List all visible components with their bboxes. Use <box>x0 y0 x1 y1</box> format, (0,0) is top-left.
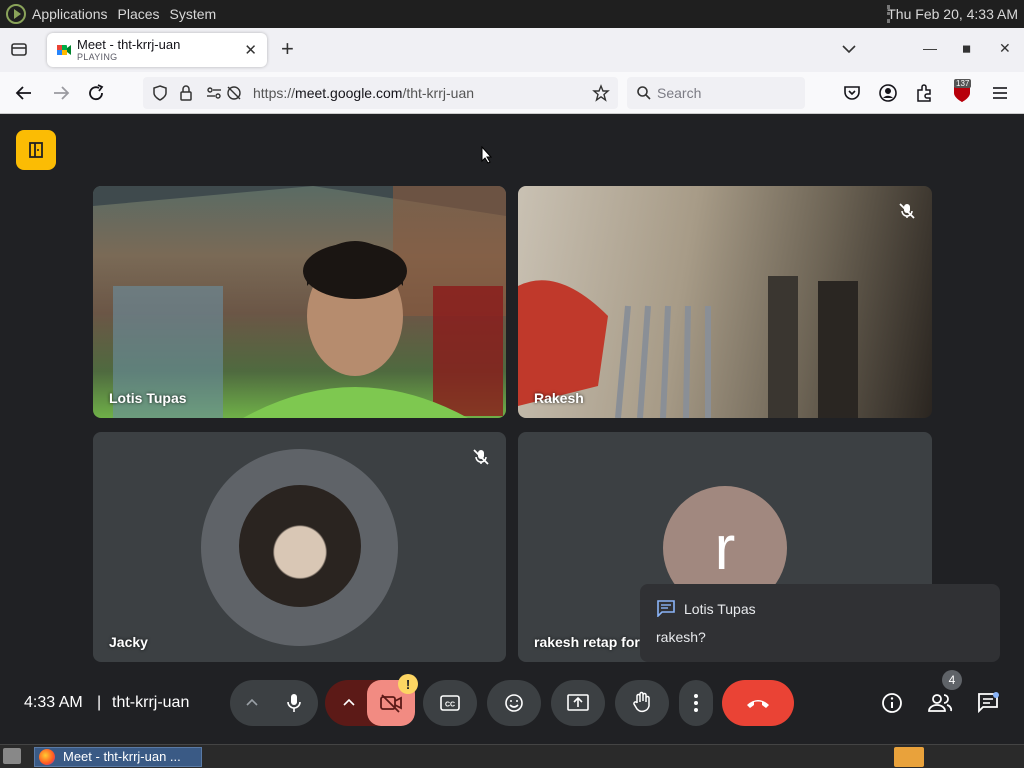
meet-favicon-icon <box>57 45 71 55</box>
video-feed-lotis <box>93 186 506 418</box>
pocket-icon[interactable] <box>842 83 862 103</box>
more-vert-icon <box>694 694 698 712</box>
participant-name: Rakesh <box>534 390 584 406</box>
controls-bar: 4:33 AM | tht-krrj-uan ! CC 4 <box>0 670 1024 744</box>
hang-up-icon <box>747 700 769 708</box>
search-placeholder: Search <box>657 85 702 101</box>
mic-button-group <box>230 680 318 726</box>
camera-warning-badge: ! <box>398 674 418 694</box>
svg-text:CC: CC <box>445 702 455 709</box>
applications-menu[interactable]: Applications <box>32 6 108 22</box>
list-all-tabs-icon[interactable] <box>10 40 28 58</box>
more-options-button[interactable] <box>679 680 713 726</box>
meet-stage: Lotis Tupas Rakesh Jacky r rakesh retap … <box>0 114 1024 744</box>
mic-off-icon <box>899 203 915 219</box>
forward-arrow-icon[interactable] <box>51 83 71 103</box>
chevron-down-icon[interactable] <box>841 41 857 57</box>
raise-hand-button[interactable] <box>615 680 669 726</box>
emoji-smile-icon <box>505 694 523 712</box>
door-icon <box>29 142 43 158</box>
participant-tile-1[interactable]: Lotis Tupas <box>93 186 506 418</box>
meeting-code: tht-krrj-uan <box>112 694 190 711</box>
taskbar: Meet - tht-krrj-uan ... <box>0 744 1024 768</box>
exit-door-button[interactable] <box>16 130 56 170</box>
url-bar[interactable]: https://meet.google.com/tht-krrj-uan <box>143 77 618 109</box>
reload-icon[interactable] <box>86 83 106 103</box>
url-text[interactable]: https://meet.google.com/tht-krrj-uan <box>253 85 474 101</box>
tab-title: Meet - tht-krrj-uan <box>77 37 181 52</box>
lock-icon[interactable] <box>177 84 195 102</box>
minimize-icon[interactable]: — <box>923 40 937 56</box>
present-button[interactable] <box>551 680 605 726</box>
tab-bar: Meet - tht-krrj-uan PLAYING ✕ + — ◼ ✕ <box>0 28 1024 72</box>
captions-button[interactable]: CC <box>423 680 477 726</box>
chat-notification[interactable]: Lotis Tupas rakesh? <box>640 584 1000 662</box>
meeting-time: 4:33 AM <box>24 694 83 711</box>
tab-meet[interactable]: Meet - tht-krrj-uan PLAYING ✕ <box>47 33 267 67</box>
participant-tile-2[interactable]: Rakesh <box>518 186 932 418</box>
leave-call-button[interactable] <box>722 680 794 726</box>
present-screen-icon <box>567 694 589 711</box>
meeting-info-icon[interactable] <box>880 691 904 715</box>
top-panel: Applications Places System Thu Feb 20, 4… <box>0 0 1024 28</box>
hamburger-menu-icon[interactable] <box>990 83 1010 103</box>
search-bar[interactable]: Search <box>627 77 805 109</box>
chat-bubble-icon <box>657 600 675 617</box>
maximize-icon[interactable]: ◼ <box>962 42 971 55</box>
ublock-extension-icon[interactable]: 137 <box>952 79 972 103</box>
camera-blocked-icon[interactable] <box>225 84 243 102</box>
tab-close-icon[interactable]: ✕ <box>244 41 257 59</box>
mic-off-icon <box>473 449 489 465</box>
participant-tile-3[interactable]: Jacky <box>93 432 506 662</box>
mouse-cursor-icon <box>481 146 493 164</box>
chat-sender: Lotis Tupas <box>684 601 756 617</box>
show-desktop-icon[interactable] <box>3 748 21 764</box>
shield-icon[interactable] <box>151 84 169 102</box>
new-tab-icon[interactable]: + <box>281 38 294 60</box>
firefox-icon <box>39 749 55 765</box>
chat-icon[interactable] <box>976 691 1000 715</box>
panel-clock[interactable]: Thu Feb 20, 4:33 AM <box>887 6 1018 22</box>
taskbar-window-label: Meet - tht-krrj-uan ... <box>63 749 181 764</box>
hand-icon <box>633 691 650 713</box>
account-icon[interactable] <box>878 83 898 103</box>
permissions-icon[interactable] <box>205 84 223 102</box>
back-arrow-icon[interactable] <box>14 83 34 103</box>
tab-playing-label: PLAYING <box>77 52 118 62</box>
audio-options-chevron-up-icon[interactable] <box>244 695 260 711</box>
people-icon[interactable] <box>927 691 953 715</box>
avatar <box>239 485 361 607</box>
taskbar-firefox-window[interactable]: Meet - tht-krrj-uan ... <box>34 747 202 767</box>
bookmark-star-icon[interactable] <box>592 84 610 102</box>
video-feed-rakesh <box>518 276 858 418</box>
chat-message: rakesh? <box>656 629 706 645</box>
participant-name: Jacky <box>109 634 148 650</box>
places-menu[interactable]: Places <box>118 6 160 22</box>
search-icon <box>637 86 651 100</box>
tray-firefox-icon[interactable] <box>894 747 924 767</box>
video-options-chevron-up-icon[interactable] <box>341 695 357 711</box>
extension-badge: 137 <box>954 79 972 88</box>
participant-name: rakesh retap for <box>534 634 640 650</box>
emoji-button[interactable] <box>487 680 541 726</box>
distro-logo-icon[interactable] <box>6 4 26 24</box>
avatar-ring <box>201 449 398 646</box>
microphone-icon[interactable] <box>284 692 304 714</box>
close-window-icon[interactable]: ✕ <box>999 40 1011 57</box>
video-off-icon <box>380 694 402 713</box>
nav-bar: https://meet.google.com/tht-krrj-uan Sea… <box>0 72 1024 114</box>
people-count-badge: 4 <box>942 670 962 690</box>
participant-name: Lotis Tupas <box>109 390 187 406</box>
separator: | <box>97 694 102 711</box>
closed-captions-icon: CC <box>440 695 460 711</box>
system-menu[interactable]: System <box>170 6 217 22</box>
extensions-icon[interactable] <box>914 83 934 103</box>
